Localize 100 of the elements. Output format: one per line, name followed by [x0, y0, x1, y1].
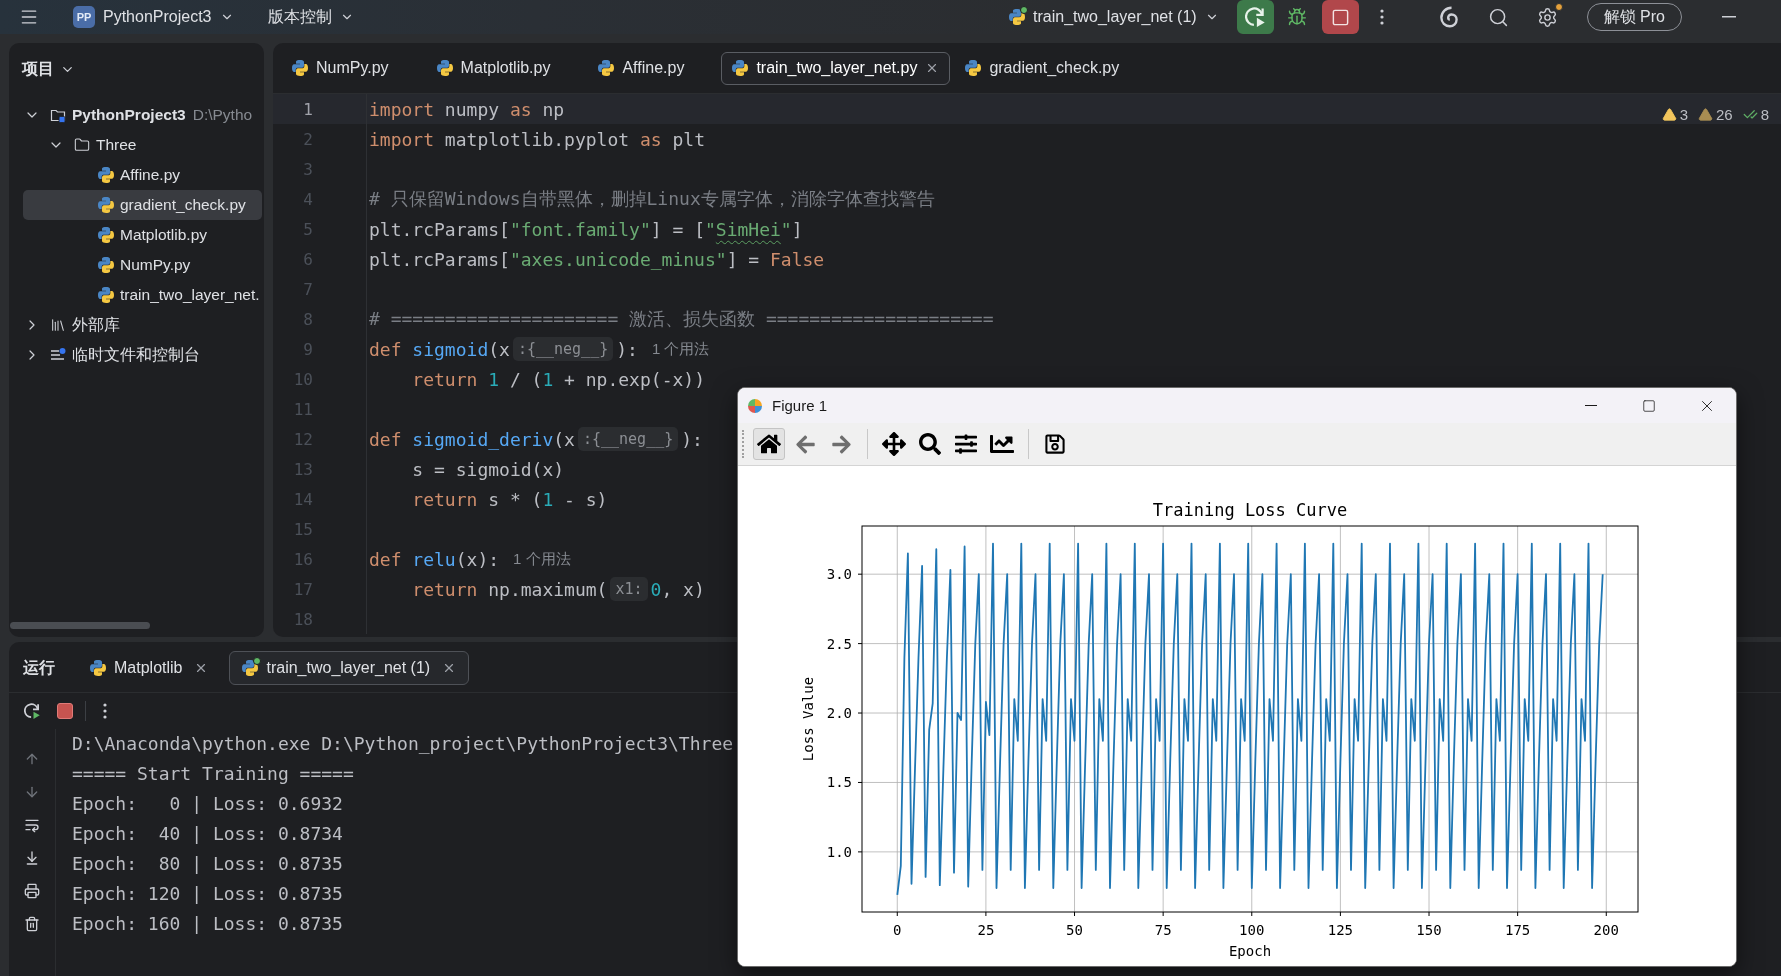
code-text: ):: [681, 428, 703, 450]
run-tab[interactable]: train_two_layer_net (1): [229, 651, 470, 685]
minimize-icon: [1585, 404, 1597, 407]
python-icon: [1009, 9, 1025, 25]
run-configuration-dropdown[interactable]: train_two_layer_net (1): [1009, 3, 1219, 31]
inspection-count[interactable]: 8: [1760, 106, 1769, 123]
tree-item[interactable]: PythonProject3 D:\Pytho: [23, 100, 262, 130]
y-tick-label: 2.0: [826, 705, 852, 722]
warning-triangle-icon: [1697, 107, 1713, 122]
search-icon: [1488, 6, 1510, 28]
panel-title: 运行: [23, 657, 55, 678]
console-line: Epoch: 160 | Loss: 0.8735: [72, 912, 343, 936]
horizontal-scrollbar[interactable]: [10, 622, 150, 629]
code-text: def sigmoid(x: [369, 338, 510, 360]
arrow-to-bottom-icon[interactable]: [24, 850, 40, 866]
editor-tab[interactable]: train_two_layer_net.py: [721, 51, 951, 85]
magnifier-icon: [919, 433, 941, 455]
home-button[interactable]: [753, 428, 785, 460]
editor-tab[interactable]: NumPy.py: [281, 51, 422, 85]
warning-triangle-icon: [1661, 107, 1677, 122]
project-badge: PP: [73, 6, 95, 28]
y-tick-label: 1.5: [826, 774, 852, 791]
code-text: # 只保留Windows自带黑体，删掉Linux专属字体，消除字体查找警告: [369, 187, 935, 211]
code-text: import matplotlib.pyplot as plt: [369, 128, 705, 150]
tree-item[interactable]: gradient_check.py: [23, 190, 262, 220]
code-text: return 1 / (1 + np.exp(-x)): [412, 368, 705, 390]
settings-icon: [1537, 6, 1559, 28]
circular-arrow-play-icon: [1245, 7, 1266, 27]
stop-button[interactable]: [1321, 0, 1359, 34]
usage-hint[interactable]: 1 个用法: [513, 549, 571, 569]
vertical-dots-icon: [1379, 9, 1384, 25]
inlay-hint: :{__neg__}: [577, 427, 679, 451]
x-tick-label: 200: [1593, 922, 1619, 938]
y-tick-label: 3.0: [826, 566, 852, 583]
python-icon: [292, 60, 308, 76]
tree-item[interactable]: 临时文件和控制台: [23, 340, 262, 370]
x-tick-label: 75: [1154, 922, 1172, 938]
y-axis-label: Loss Value: [800, 676, 816, 762]
code-text: plt.rcParams["font.family"] = ["SimHei"]: [369, 218, 803, 240]
project-path: D:\Pytho: [192, 106, 253, 124]
line-chart-icon: [990, 432, 1014, 456]
x-axis-label: Epoch: [1228, 943, 1272, 959]
circular-arrow-play-icon[interactable]: [24, 703, 40, 719]
console-line: ===== Start Training =====: [72, 762, 354, 786]
code-text: 0, x): [650, 578, 705, 600]
module-folder-icon: [50, 107, 66, 123]
vcs-dropdown[interactable]: 版本控制: [267, 3, 354, 31]
console-line: Epoch: 80 | Loss: 0.8735: [72, 852, 343, 876]
line-number: 1: [302, 99, 313, 119]
stop-square-icon[interactable]: [57, 703, 73, 719]
editor-tab[interactable]: gradient_check.py: [954, 51, 1153, 85]
inspection-count[interactable]: 26: [1715, 106, 1733, 123]
spiral-icon: [1438, 6, 1459, 28]
python-icon: [242, 660, 259, 676]
printer-icon[interactable]: [24, 883, 40, 899]
panel-title-dropdown[interactable]: 项目: [22, 58, 75, 80]
usage-hint[interactable]: 1 个用法: [651, 339, 710, 359]
bug-icon: [1286, 7, 1307, 27]
rerun-button[interactable]: [1236, 0, 1274, 34]
x-tick-label: 100: [1239, 922, 1265, 938]
tree-item[interactable]: Matplotlib.py: [23, 220, 262, 250]
tree-item[interactable]: 外部库: [23, 310, 262, 340]
editor-tab[interactable]: Matplotlib.py: [425, 51, 584, 85]
x-tick-label: 0: [893, 922, 902, 938]
y-tick-label: 1.0: [826, 843, 852, 860]
window-title: Figure 1: [772, 397, 828, 414]
folder-icon: [74, 137, 90, 153]
right-arrow-icon: [830, 433, 852, 455]
square-icon: [1330, 7, 1350, 27]
vertical-dots-icon[interactable]: [103, 703, 107, 719]
tree-item[interactable]: NumPy.py: [23, 250, 262, 280]
y-tick-label: 2.5: [826, 635, 852, 652]
tree-item[interactable]: train_two_layer_net.: [23, 280, 262, 310]
home-icon: [757, 432, 781, 456]
minimize-icon: [1722, 16, 1736, 18]
code-text: # ===================== 激活、损失函数 =====================: [369, 307, 994, 331]
x-tick-label: 25: [977, 922, 995, 938]
left-arrow-icon: [794, 433, 816, 455]
code-text: def relu(x):: [369, 548, 500, 570]
python-icon: [98, 197, 114, 213]
python-icon: [98, 227, 114, 243]
console-line: Epoch: 40 | Loss: 0.8734: [72, 822, 343, 846]
chart-title: Training Loss Curve: [1152, 500, 1348, 520]
wrap-text-icon[interactable]: [24, 817, 40, 833]
python-icon: [732, 60, 749, 76]
inlay-hint: x1:: [610, 577, 648, 601]
inlay-hint: :{__neg__}: [512, 337, 614, 361]
tree-item[interactable]: Three: [23, 130, 262, 160]
console-line: Epoch: 120 | Loss: 0.8735: [72, 882, 343, 906]
maximize-icon: [1642, 398, 1656, 413]
notification-dot-icon: [1554, 3, 1563, 11]
project-dropdown[interactable]: PP PythonProject3: [73, 3, 234, 31]
inspection-count[interactable]: 3: [1679, 106, 1688, 123]
editor-tab[interactable]: Affine.py: [587, 51, 718, 85]
run-tab[interactable]: Matplotlib: [77, 651, 222, 685]
trash-icon[interactable]: [24, 916, 40, 932]
toolbar-grip[interactable]: [742, 430, 745, 458]
python-icon: [98, 257, 114, 273]
python-icon: [598, 60, 615, 76]
tree-item[interactable]: Affine.py: [23, 160, 262, 190]
